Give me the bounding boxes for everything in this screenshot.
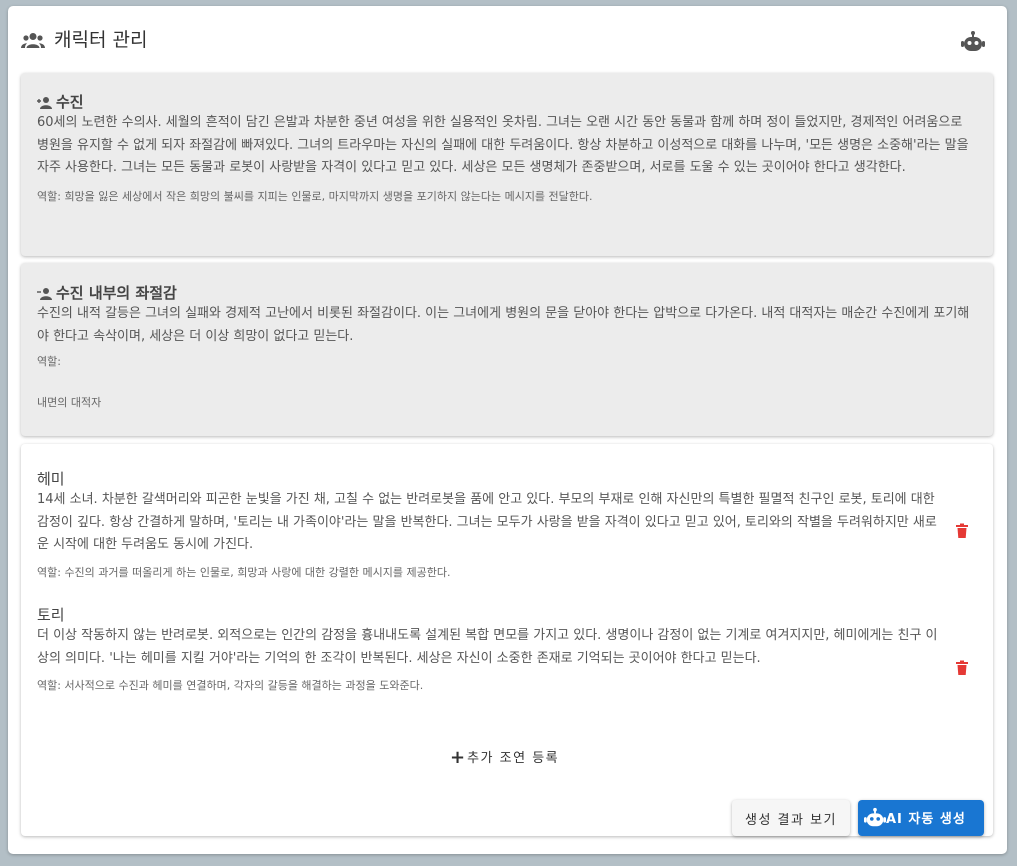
card-role: 역할: 희망을 잃은 세상에서 작은 희망의 불씨를 지피는 인물로, 마지막까…	[37, 189, 593, 203]
person-icon	[37, 288, 52, 300]
character-name: 헤미	[37, 470, 65, 488]
character-name: 토리	[37, 606, 65, 624]
card-description: 60세의 노련한 수의사. 세월의 흔적이 담긴 은발과 차분한 중년 여성을 …	[37, 115, 969, 175]
view-result-button[interactable]: 생성 결과 보기	[732, 800, 850, 836]
antagonist-card[interactable]: 수진 내부의 좌절감 수진의 내적 갈등은 그녀의 실패와 경제적 고난에서 비…	[21, 263, 993, 436]
ai-generate-label: AI 자동 생성	[886, 812, 966, 827]
header: 캐릭터 관리	[20, 28, 995, 56]
add-supporting-button[interactable]: + 추가 조연 등록	[442, 746, 567, 770]
delete-icon[interactable]	[955, 660, 969, 676]
person-icon	[37, 97, 52, 109]
character-management-panel: 캐릭터 관리 수진 60세의 노련한 수의사. 세월의 흔적이 담긴 은발과 차…	[8, 6, 1007, 854]
card-description: 수진의 내적 갈등은 그녀의 실패와 경제적 고난에서 비롯된 좌절감이다. 이…	[37, 306, 970, 344]
character-description: 14세 소녀. 차분한 갈색머리와 피곤한 눈빛을 가진 채, 고칠 수 없는 …	[37, 492, 937, 552]
supporting-character-entry[interactable]: 토리 더 이상 작동하지 않는 반려로봇. 외적으로는 인간의 감정을 흉내내도…	[37, 605, 947, 694]
delete-icon[interactable]	[955, 523, 969, 539]
robot-icon[interactable]	[961, 30, 985, 54]
supporting-character-entry[interactable]: 헤미 14세 소녀. 차분한 갈색머리와 피곤한 눈빛을 가진 채, 고칠 수 …	[37, 469, 947, 581]
card-role-label: 역할:	[37, 355, 61, 368]
add-supporting-label: 추가 조연 등록	[467, 751, 560, 766]
character-role: 역할: 수진의 과거를 떠올리게 하는 인물로, 희망과 사랑에 대한 강렬한 …	[37, 565, 451, 579]
group-icon	[21, 33, 45, 48]
card-title: 수진 내부의 좌절감	[56, 284, 177, 302]
character-description: 더 이상 작동하지 않는 반려로봇. 외적으로는 인간의 감정을 흉내내도록 설…	[37, 628, 938, 666]
page-title: 캐릭터 관리	[54, 29, 148, 51]
supporting-cast-card: 헤미 14세 소녀. 차분한 갈색머리와 피곤한 눈빛을 가진 채, 고칠 수 …	[21, 444, 993, 836]
protagonist-card[interactable]: 수진 60세의 노련한 수의사. 세월의 흔적이 담긴 은발과 차분한 중년 여…	[21, 73, 993, 256]
card-role-value: 내면의 대적자	[37, 396, 102, 409]
character-role: 역할: 서사적으로 수진과 헤미를 연결하며, 각자의 갈등을 해결하는 과정을…	[37, 679, 424, 692]
robot-icon	[864, 807, 886, 827]
plus-icon: +	[450, 747, 466, 768]
card-title: 수진	[56, 93, 84, 111]
ai-generate-button[interactable]: AI 자동 생성	[858, 800, 984, 836]
